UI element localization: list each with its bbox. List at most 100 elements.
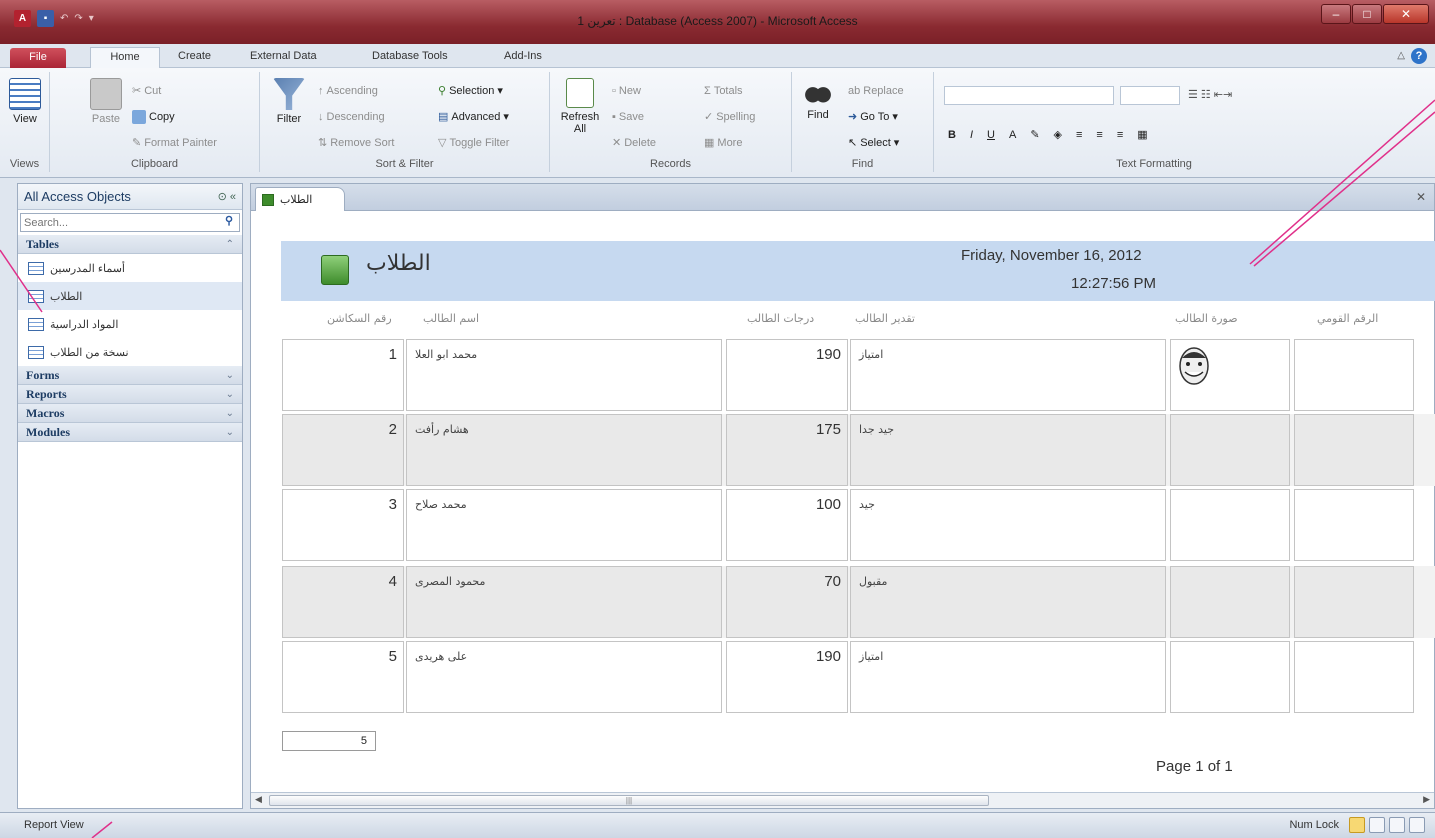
- more-button[interactable]: ▦ More: [704, 134, 742, 152]
- ribbon-minimize-icon[interactable]: △: [1397, 50, 1405, 61]
- cell-photo: [1170, 414, 1290, 486]
- scroll-right-icon[interactable]: ▶: [1423, 794, 1430, 805]
- refresh-label: Refresh: [560, 111, 600, 123]
- align-left-icon[interactable]: ≡: [1076, 126, 1082, 144]
- sort-filter-group-label: Sort & Filter: [375, 158, 434, 170]
- filter-button[interactable]: Filter: [272, 78, 306, 125]
- score-value: 175: [815, 421, 841, 438]
- search-input[interactable]: [21, 216, 219, 229]
- navpane-header[interactable]: All Access Objects ⊙ «: [18, 184, 242, 210]
- selection-button[interactable]: ⚲ Selection ▾: [438, 82, 503, 100]
- advanced-button[interactable]: ▤ Advanced ▾: [438, 108, 509, 126]
- category-macros[interactable]: Macros ⌄: [18, 404, 242, 423]
- cell-name: محمد صلاح: [406, 489, 722, 561]
- category-tables[interactable]: Tables ⌃: [18, 235, 242, 254]
- close-document-icon[interactable]: ✕: [1416, 190, 1426, 204]
- underline-button[interactable]: U: [987, 126, 995, 144]
- advanced-label: Advanced: [451, 111, 501, 123]
- status-num-lock: Num Lock: [1289, 819, 1339, 831]
- font-name-combo[interactable]: [944, 86, 1114, 105]
- find-button[interactable]: Find: [800, 78, 836, 121]
- scroll-left-icon[interactable]: ◀: [255, 794, 262, 805]
- table-row[interactable]: 4 محمود المصرى 70 مقبول: [282, 566, 1435, 638]
- font-color-button[interactable]: A: [1009, 126, 1016, 144]
- view-button[interactable]: View: [8, 78, 42, 125]
- paste-button[interactable]: Paste: [86, 78, 126, 125]
- table-row[interactable]: 5 على هريدى 190 امتياز: [282, 641, 1435, 713]
- new-record-button[interactable]: ▫ New: [612, 82, 641, 100]
- fill-color-icon[interactable]: ◈: [1054, 126, 1062, 144]
- grade-value: مقبول: [859, 575, 888, 588]
- gridlines-icon[interactable]: ▦: [1137, 126, 1147, 144]
- status-bar: Report View Num Lock: [0, 812, 1435, 838]
- descending-button[interactable]: ↓ Descending: [318, 108, 385, 126]
- tab-add-ins[interactable]: Add-Ins: [492, 47, 554, 68]
- align-center-icon[interactable]: ≡: [1096, 126, 1102, 144]
- layout-view-icon[interactable]: [1389, 817, 1405, 833]
- nav-table-subjects[interactable]: المواد الدراسية: [18, 310, 242, 338]
- list-buttons[interactable]: ☰ ☷ ⇤⇥: [1188, 86, 1232, 104]
- chevron-down-icon: ▾: [893, 137, 900, 149]
- cell-id: 1: [282, 339, 404, 411]
- table-row[interactable]: 2 هشام رأفت 175 جيد جدا: [282, 414, 1435, 486]
- totals-button[interactable]: Σ Totals: [704, 82, 743, 100]
- nav-table-students[interactable]: الطلاب: [18, 282, 242, 310]
- font-size-combo[interactable]: [1120, 86, 1180, 105]
- report-view-icon[interactable]: [1349, 817, 1365, 833]
- table-row[interactable]: 1 محمد ابو العلا 190 امتياز: [282, 339, 1435, 411]
- tab-database-tools[interactable]: Database Tools: [360, 47, 460, 68]
- horizontal-scrollbar[interactable]: ◀ ||| ▶: [251, 792, 1434, 808]
- close-button[interactable]: ✕: [1383, 4, 1429, 24]
- maximize-button[interactable]: □: [1352, 4, 1382, 24]
- format-painter-button[interactable]: ✎ Format Painter: [132, 134, 217, 152]
- cell-national-id: [1294, 489, 1414, 561]
- minimize-button[interactable]: –: [1321, 4, 1351, 24]
- cell-grade: امتياز: [850, 641, 1166, 713]
- category-forms[interactable]: Forms ⌄: [18, 366, 242, 385]
- goto-button[interactable]: ➜ Go To ▾: [848, 108, 898, 126]
- nav-table-students-copy[interactable]: نسخة من الطلاب: [18, 338, 242, 366]
- highlight-icon[interactable]: ✎: [1030, 126, 1039, 144]
- spelling-button[interactable]: ✓ Spelling: [704, 108, 755, 126]
- align-right-icon[interactable]: ≡: [1117, 126, 1123, 144]
- category-label: Reports: [26, 386, 67, 401]
- tab-file[interactable]: File: [10, 48, 66, 69]
- id-value: 5: [388, 648, 397, 665]
- replace-button[interactable]: ab Replace: [848, 82, 904, 100]
- select-button[interactable]: ↖ Select ▾: [848, 134, 899, 152]
- cell-score: 70: [726, 566, 848, 638]
- copy-button[interactable]: Copy: [132, 108, 175, 126]
- navpane-menu-icon[interactable]: ⊙ «: [218, 190, 236, 203]
- category-modules[interactable]: Modules ⌄: [18, 423, 242, 442]
- tab-home[interactable]: Home: [90, 47, 160, 68]
- toggle-filter-button[interactable]: ▽ Toggle Filter: [438, 134, 509, 152]
- document-tab[interactable]: الطلاب: [255, 187, 345, 211]
- cell-photo: [1170, 339, 1290, 411]
- print-preview-icon[interactable]: [1369, 817, 1385, 833]
- find-label: Find: [807, 109, 829, 121]
- category-reports[interactable]: Reports ⌄: [18, 385, 242, 404]
- tab-create[interactable]: Create: [166, 47, 223, 68]
- id-value: 3: [388, 496, 397, 513]
- save-record-button[interactable]: ▪ Save: [612, 108, 644, 126]
- cell-national-id: [1294, 414, 1414, 486]
- save-label: Save: [618, 111, 644, 123]
- scrollbar-thumb[interactable]: |||: [269, 795, 989, 806]
- group-find: Find ab Replace ➜ Go To ▾ ↖ Select ▾ Find: [792, 72, 934, 172]
- search-icon[interactable]: ⚲: [219, 214, 239, 231]
- report-header: الطلاب Friday, November 16, 2012 12:27:5…: [281, 241, 1435, 301]
- help-icon[interactable]: ?: [1411, 48, 1427, 64]
- nav-table-teachers[interactable]: أسماء المدرسين: [18, 254, 242, 282]
- remove-sort-button[interactable]: ⇅ Remove Sort: [318, 134, 394, 152]
- bold-button[interactable]: B: [948, 126, 956, 144]
- refresh-all-button[interactable]: Refresh All: [560, 78, 600, 135]
- ascending-button[interactable]: ↑ Ascending: [318, 82, 378, 100]
- category-label: Modules: [26, 424, 71, 439]
- table-row[interactable]: 3 محمد صلاح 100 جيد: [282, 489, 1435, 561]
- design-view-icon[interactable]: [1409, 817, 1425, 833]
- cut-button[interactable]: ✂ Cut: [132, 82, 161, 100]
- table-icon: [28, 289, 44, 303]
- italic-button[interactable]: I: [970, 126, 973, 144]
- tab-external-data[interactable]: External Data: [238, 47, 329, 68]
- delete-record-button[interactable]: ✕ Delete: [612, 134, 656, 152]
